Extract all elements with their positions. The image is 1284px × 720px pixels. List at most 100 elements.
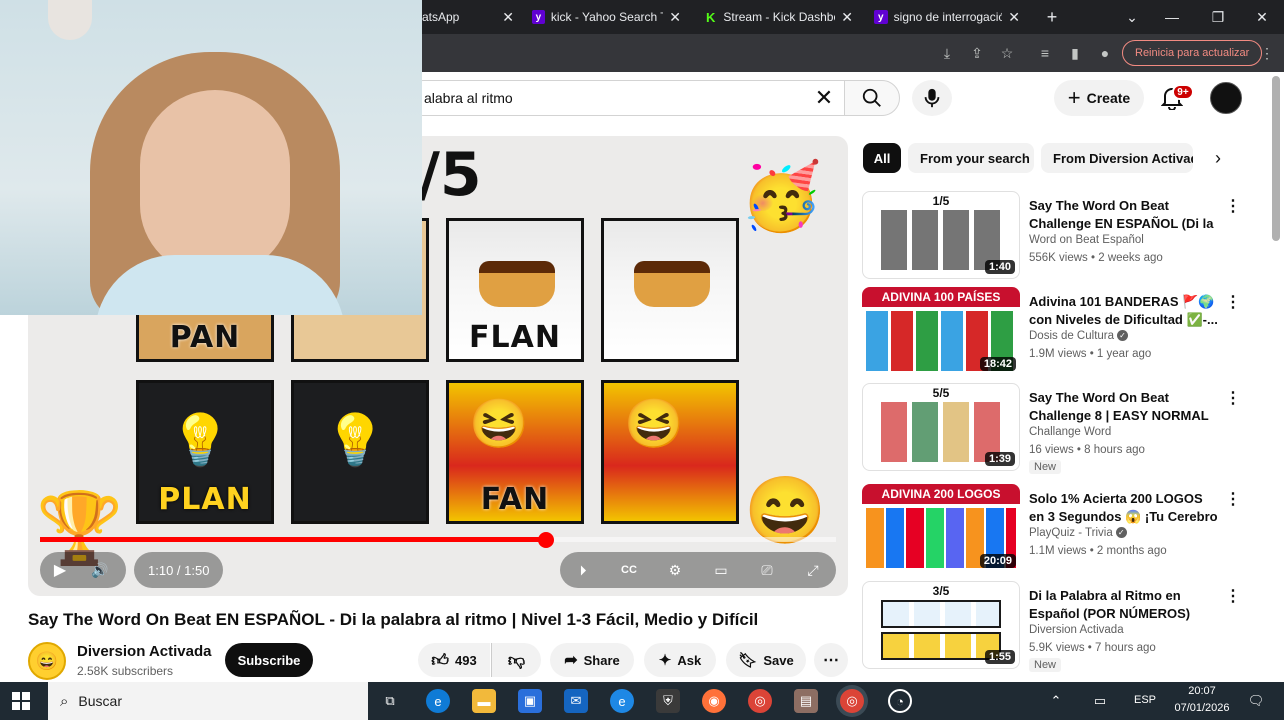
bookmark-star-icon[interactable]: ☆ <box>996 42 1018 64</box>
minimize-icon[interactable]: — <box>1152 0 1192 34</box>
clock-date[interactable]: 07/01/2026 <box>1172 702 1232 714</box>
install-icon[interactable]: ⤓ <box>936 42 958 64</box>
search-icon: ⌕ <box>60 692 69 710</box>
profile-icon[interactable]: ● <box>1094 42 1116 64</box>
windows-taskbar: ⌕ Buscar ⧉ e ▬ ▣ ✉ e ⛨ ◉ ◎ ▤ ◎ ◔ ⌃ ▭ ESP… <box>0 682 1284 720</box>
new-badge: New <box>1029 658 1062 672</box>
clock-time[interactable]: 20:07 <box>1172 685 1232 697</box>
tab-search-icon[interactable]: ⌄ <box>1112 0 1152 34</box>
recommended-video[interactable]: 3/5 1:55 Di la Palabra al Ritmo en Españ… <box>862 581 1252 672</box>
chip-all[interactable]: All <box>863 143 901 173</box>
more-vertical-icon[interactable]: ⋮ <box>1224 195 1242 217</box>
recommended-video[interactable]: 1/5 1:40 Say The Word On Beat Challenge … <box>862 191 1252 281</box>
close-icon[interactable]: ✕ <box>841 9 853 26</box>
create-button[interactable]: + Create <box>1054 80 1144 116</box>
progress-bar[interactable] <box>40 532 836 548</box>
windows-start-icon[interactable] <box>12 692 30 710</box>
chrome-icon[interactable]: ◎ <box>748 689 772 713</box>
edge-icon[interactable]: e <box>426 689 450 713</box>
subscribe-button[interactable]: Subscribe <box>225 643 313 677</box>
account-avatar[interactable] <box>1210 82 1242 114</box>
obs-icon[interactable]: ◔ <box>888 689 912 713</box>
word-card: 💡 <box>291 380 429 524</box>
recommended-video[interactable]: ADIVINA 200 LOGOS 20:09 Solo 1% Acierta … <box>862 484 1252 574</box>
chip-from-channel[interactable]: From Diversion Activad <box>1041 143 1193 173</box>
video-thumbnail[interactable]: ADIVINA 200 LOGOS 20:09 <box>862 484 1020 572</box>
archive-icon[interactable]: ▤ <box>794 689 818 713</box>
update-button[interactable]: Reinicia para actualizar <box>1122 40 1263 66</box>
side-panel-icon[interactable]: ▮ <box>1064 42 1086 64</box>
video-title: Say The Word On Beat Challenge 8 | EASY … <box>1029 390 1209 423</box>
subtitles-icon[interactable]: CC <box>614 552 644 588</box>
share-label: Share <box>583 652 620 668</box>
clear-search-icon[interactable]: ✕ <box>812 85 836 110</box>
play-icon[interactable]: ▶ <box>40 552 80 588</box>
language-indicator[interactable]: ESP <box>1134 694 1156 706</box>
tab-label: atsApp <box>422 10 460 24</box>
task-view-icon[interactable]: ⧉ <box>378 689 402 713</box>
more-vertical-icon[interactable]: ⋮ <box>1224 585 1242 607</box>
chrome-active-icon[interactable]: ◎ <box>840 689 864 713</box>
store-icon[interactable]: ▣ <box>518 689 542 713</box>
close-icon[interactable]: ✕ <box>502 9 514 26</box>
word-card: FLAN <box>446 218 584 362</box>
time-text: 1:10 / 1:50 <box>148 562 210 578</box>
miniplayer-icon[interactable]: ▭ <box>706 552 736 588</box>
new-tab-button[interactable]: + <box>1032 0 1072 34</box>
ask-button[interactable]: ✦ Ask <box>644 643 716 677</box>
channel-avatar[interactable]: 😄 <box>28 642 66 680</box>
thumbs-up-icon: 👍︎ <box>431 650 450 670</box>
firefox-icon[interactable]: ◉ <box>702 689 726 713</box>
more-actions-button[interactable]: ⋯ <box>814 643 848 677</box>
save-button[interactable]: 🔖︎ Save <box>726 643 806 677</box>
mail-icon[interactable]: ✉ <box>564 689 588 713</box>
more-vertical-icon[interactable]: ⋮ <box>1224 488 1242 510</box>
recommended-video[interactable]: 5/5 1:39 Say The Word On Beat Challenge … <box>862 383 1252 474</box>
recommended-video[interactable]: ADIVINA 100 PAÍSES 18:42 Adivina 101 BAN… <box>862 287 1252 377</box>
channel-name: Challange Word <box>1029 426 1112 438</box>
like-button[interactable]: 👍︎ 493 <box>418 643 490 677</box>
close-icon[interactable]: ✕ <box>669 9 681 26</box>
video-thumbnail[interactable]: 1/5 1:40 <box>862 191 1020 279</box>
like-count: 493 <box>455 652 477 668</box>
wall-decoration <box>48 0 92 40</box>
voice-search-button[interactable] <box>912 80 952 116</box>
page-scrollbar[interactable] <box>1272 76 1280 241</box>
more-vertical-icon[interactable]: ⋮ <box>1224 387 1242 409</box>
video-thumbnail[interactable]: 3/5 1:55 <box>862 581 1020 669</box>
fullscreen-icon[interactable]: ⤢ <box>798 552 828 588</box>
tab-yahoo-search[interactable]: y kick - Yahoo Search To ✕ <box>524 0 689 34</box>
notifications-center-icon[interactable]: 🗨︎ <box>1244 689 1268 713</box>
internet-explorer-icon[interactable]: e <box>610 689 634 713</box>
dislike-button[interactable]: 👎︎ <box>491 643 541 677</box>
taskbar-search-input[interactable]: ⌕ Buscar <box>48 682 368 720</box>
security-shield-icon[interactable]: ⛨ <box>656 689 680 713</box>
channel-name[interactable]: Diversion Activada <box>77 643 212 660</box>
more-vertical-icon[interactable]: ⋮ <box>1224 291 1242 313</box>
chip-from-your-search[interactable]: From your search <box>908 143 1034 173</box>
autoplay-toggle-icon[interactable]: ⏵ <box>568 552 598 588</box>
close-icon[interactable]: ✕ <box>1008 9 1020 26</box>
window-close-icon[interactable]: ✕ <box>1242 0 1282 34</box>
share-button[interactable]: ➦ Share <box>550 643 634 677</box>
menu-icon[interactable]: ⋮ <box>1256 42 1278 64</box>
volume-icon[interactable]: 🔊 <box>80 552 120 588</box>
chevron-right-icon[interactable]: › <box>1206 146 1230 170</box>
reading-list-icon[interactable]: ≡ <box>1034 42 1056 64</box>
tray-chevron-up-icon[interactable]: ⌃ <box>1044 689 1068 713</box>
tab-whatsapp[interactable]: atsApp ✕ <box>414 0 522 34</box>
settings-gear-icon[interactable]: ⚙ <box>660 552 690 588</box>
search-input[interactable]: alabra al ritmo <box>405 80 845 116</box>
tab-signo[interactable]: y signo de interrogació ✕ <box>866 0 1028 34</box>
tab-kick-dashboard[interactable]: K Stream - Kick Dashbo ✕ <box>696 0 861 34</box>
battery-icon[interactable]: ▭ <box>1088 689 1112 713</box>
video-thumbnail[interactable]: 5/5 1:39 <box>862 383 1020 471</box>
video-title: Say The Word On Beat EN ESPAÑOL - Di la … <box>28 610 759 629</box>
share-icon[interactable]: ⇪ <box>966 42 988 64</box>
cast-icon[interactable]: ⎚ <box>752 552 782 588</box>
file-explorer-icon[interactable]: ▬ <box>472 689 496 713</box>
search-button[interactable] <box>844 80 900 116</box>
progress-scrubber[interactable] <box>538 532 555 548</box>
restore-icon[interactable]: ❐ <box>1198 0 1238 34</box>
video-thumbnail[interactable]: ADIVINA 100 PAÍSES 18:42 <box>862 287 1020 375</box>
